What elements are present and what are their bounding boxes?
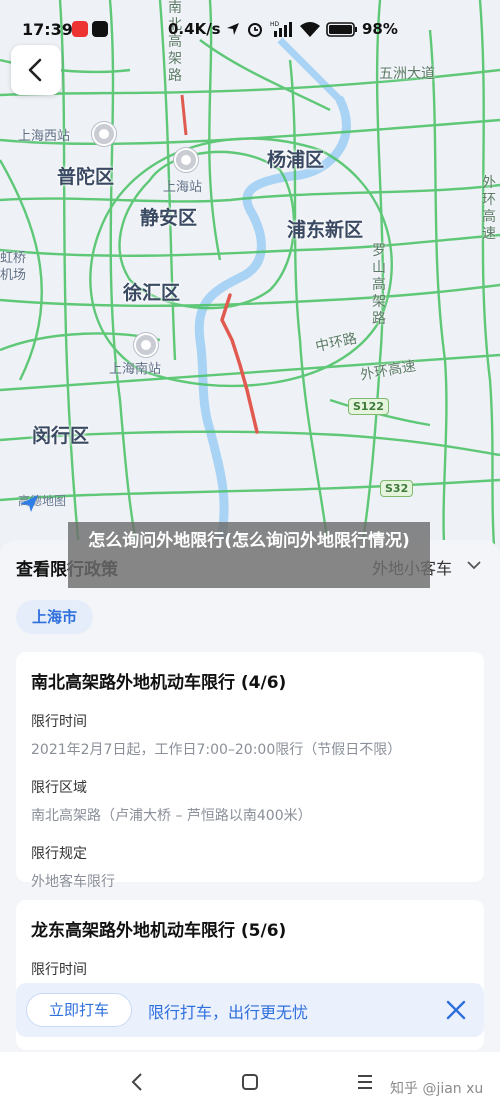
taxi-promo-text: 限行打车，出行更无忧: [148, 1003, 309, 1022]
road-label: 罗山高架路: [372, 243, 386, 327]
poi-label: 虹桥机场: [0, 251, 27, 283]
time-value: 2021年2月7日起，工作日7:00–20:00限行（节假日不限）: [31, 742, 402, 758]
poi-label: 上海站: [163, 180, 203, 195]
rule-value: 外地客车限行: [31, 874, 115, 890]
nav-back-icon[interactable]: [128, 1072, 146, 1092]
hail-taxi-button[interactable]: 立即打车: [26, 993, 132, 1027]
policy-card-title: 南北高架路外地机动车限行 (4/6): [31, 673, 287, 693]
policy-card-title: 龙东高架路外地机动车限行 (5/6): [31, 921, 287, 941]
station-pin-icon[interactable]: [92, 122, 116, 146]
station-pin-icon[interactable]: [174, 148, 198, 172]
amap-logo-icon: [20, 495, 38, 512]
location-icon: [227, 23, 239, 35]
nav-menu-icon[interactable]: [356, 1072, 374, 1092]
map-roads: [0, 0, 500, 560]
status-bar: 17:39 0.4K/s HD 98%: [0, 0, 500, 60]
area-value: 南北高架路（卢浦大桥 – 芦恒路以南400米）: [31, 808, 312, 824]
road-label: 五洲大道: [379, 66, 435, 82]
svg-text:HD: HD: [270, 21, 280, 28]
station-pin-icon[interactable]: [134, 333, 158, 357]
battery-icon: [326, 22, 357, 37]
signal-icon: HD: [270, 21, 292, 37]
district-label: 杨浦区: [267, 149, 325, 171]
close-icon[interactable]: [444, 998, 468, 1022]
highway-shield: S122: [348, 398, 389, 415]
chevron-down-icon[interactable]: [466, 557, 482, 573]
city-chip[interactable]: 上海市: [16, 600, 94, 634]
chevron-left-icon: [28, 58, 42, 82]
rule-label: 限行规定: [31, 846, 87, 862]
status-time: 17:39: [22, 20, 73, 39]
district-label: 浦东新区: [287, 219, 364, 241]
time-label: 限行时间: [31, 962, 87, 978]
highway-shield: S32: [380, 480, 414, 497]
watermark: 知乎 @jian xu: [390, 1081, 484, 1097]
alarm-icon: [248, 23, 262, 37]
district-label: 闵行区: [32, 425, 90, 447]
district-label: 静安区: [140, 207, 198, 229]
policy-card[interactable]: 南北高架路外地机动车限行 (4/6) 限行时间 2021年2月7日起，工作日7:…: [16, 652, 484, 890]
notification-app-icon: [72, 21, 88, 37]
battery-percent: 98%: [362, 20, 398, 38]
district-label: 普陀区: [57, 166, 115, 188]
taxi-promo-bar: 立即打车 限行打车，出行更无忧: [16, 983, 484, 1037]
wifi-icon: [300, 22, 320, 37]
poi-label: 上海西站: [18, 129, 71, 144]
network-speed: 0.4K/s: [168, 20, 221, 38]
back-button[interactable]: [11, 45, 61, 95]
nav-home-icon[interactable]: [241, 1072, 259, 1092]
district-label: 徐汇区: [123, 282, 181, 304]
poi-label: 上海南站: [109, 362, 162, 377]
douyin-icon: [92, 21, 108, 37]
amap-logo: 高德地图: [18, 492, 66, 512]
time-label: 限行时间: [31, 714, 87, 730]
map-view[interactable]: 普陀区 静安区 杨浦区 浦东新区 徐汇区 闵行区 上海西站 上海站 上海南站 虹…: [0, 0, 500, 560]
article-title-overlay: 怎么询问外地限行(怎么询问外地限行情况): [68, 522, 430, 588]
road-label: 外环高速: [482, 175, 496, 242]
area-label: 限行区域: [31, 780, 87, 796]
